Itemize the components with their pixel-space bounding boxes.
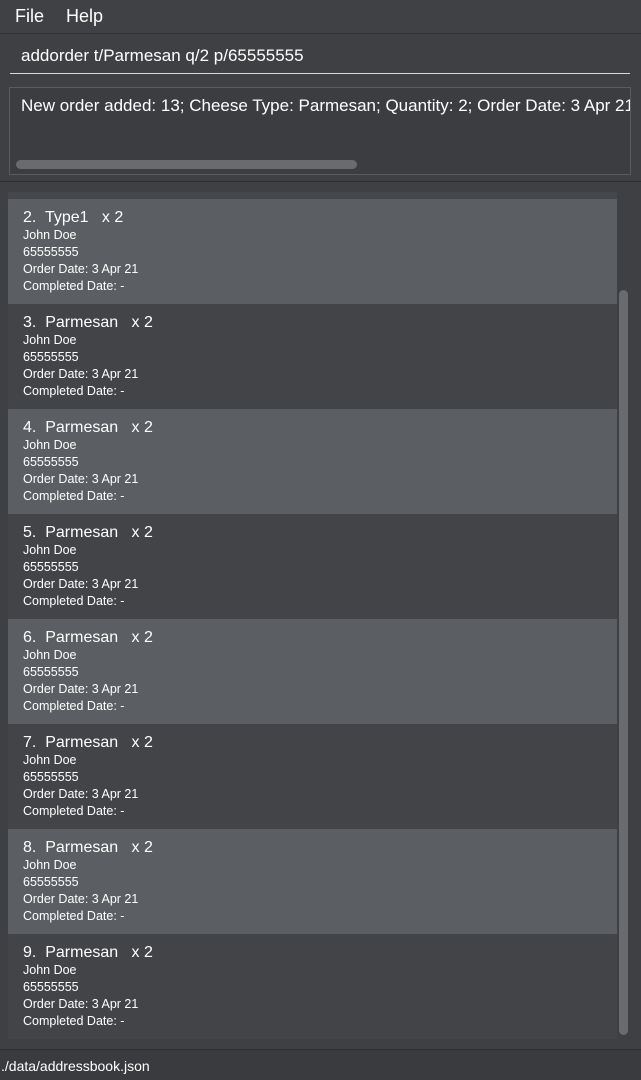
order-card[interactable]: 2. Type1 x 2 John Doe 65555555 Order Dat… — [8, 199, 617, 304]
order-phone: 65555555 — [23, 350, 79, 364]
order-phone: 65555555 — [23, 245, 79, 259]
menu-help[interactable]: Help — [66, 6, 103, 27]
order-customer-name: John Doe — [23, 438, 77, 452]
order-customer-name: John Doe — [23, 963, 77, 977]
menu-bar: File Help — [0, 0, 641, 34]
order-phone: 65555555 — [23, 875, 79, 889]
data-file-path: ./data/addressbook.json — [1, 1058, 150, 1074]
panel-divider — [0, 181, 641, 182]
order-customer-name: John Doe — [23, 333, 77, 347]
order-card[interactable]: 8. Parmesan x 2 John Doe 65555555 Order … — [8, 829, 617, 934]
order-date: Order Date: 3 Apr 21 — [23, 682, 139, 696]
order-title: 6. Parmesan x 2 — [23, 629, 153, 646]
menu-file[interactable]: File — [15, 6, 44, 27]
order-title: 9. Parmesan x 2 — [23, 944, 153, 961]
result-horizontal-scrollbar[interactable] — [16, 160, 357, 169]
order-customer-name: John Doe — [23, 753, 77, 767]
order-customer-name: John Doe — [23, 228, 77, 242]
order-list-vertical-scrollbar[interactable] — [619, 290, 628, 1035]
order-title: 7. Parmesan x 2 — [23, 734, 153, 751]
order-date: Order Date: 3 Apr 21 — [23, 472, 139, 486]
order-card[interactable]: 9. Parmesan x 2 John Doe 65555555 Order … — [8, 934, 617, 1039]
order-customer-name: John Doe — [23, 543, 77, 557]
order-card[interactable]: 4. Parmesan x 2 John Doe 65555555 Order … — [8, 409, 617, 514]
order-card[interactable]: 3. Parmesan x 2 John Doe 65555555 Order … — [8, 304, 617, 409]
result-message: New order added: 13; Cheese Type: Parmes… — [21, 96, 631, 115]
order-completed-date: Completed Date: - — [23, 909, 125, 923]
order-title: 2. Type1 x 2 — [23, 209, 124, 226]
order-completed-date: Completed Date: - — [23, 279, 125, 293]
order-phone: 65555555 — [23, 455, 79, 469]
order-date: Order Date: 3 Apr 21 — [23, 577, 139, 591]
result-display: New order added: 13; Cheese Type: Parmes… — [9, 87, 631, 175]
order-title: 3. Parmesan x 2 — [23, 314, 153, 331]
order-card[interactable]: 5. Parmesan x 2 John Doe 65555555 Order … — [8, 514, 617, 619]
order-phone: 65555555 — [23, 980, 79, 994]
order-customer-name: John Doe — [23, 858, 77, 872]
order-completed-date: Completed Date: - — [23, 489, 125, 503]
order-title: 8. Parmesan x 2 — [23, 839, 153, 856]
order-date: Order Date: 3 Apr 21 — [23, 787, 139, 801]
order-title: 5. Parmesan x 2 — [23, 524, 153, 541]
order-date: Order Date: 3 Apr 21 — [23, 892, 139, 906]
order-phone: 65555555 — [23, 665, 79, 679]
order-completed-date: Completed Date: - — [23, 699, 125, 713]
status-bar: ./data/addressbook.json — [0, 1049, 641, 1080]
command-input[interactable] — [10, 38, 630, 74]
order-phone: 65555555 — [23, 560, 79, 574]
order-phone: 65555555 — [23, 770, 79, 784]
order-card[interactable]: 7. Parmesan x 2 John Doe 65555555 Order … — [8, 724, 617, 829]
order-card[interactable]: 6. Parmesan x 2 John Doe 65555555 Order … — [8, 619, 617, 724]
order-completed-date: Completed Date: - — [23, 384, 125, 398]
order-date: Order Date: 3 Apr 21 — [23, 367, 139, 381]
order-list-panel: 2. Type1 x 2 John Doe 65555555 Order Dat… — [8, 192, 617, 1039]
command-box — [0, 34, 641, 82]
order-date: Order Date: 3 Apr 21 — [23, 262, 139, 276]
order-date: Order Date: 3 Apr 21 — [23, 997, 139, 1011]
order-completed-date: Completed Date: - — [23, 804, 125, 818]
list-top-strip — [8, 192, 617, 199]
order-customer-name: John Doe — [23, 648, 77, 662]
order-completed-date: Completed Date: - — [23, 1014, 125, 1028]
order-title: 4. Parmesan x 2 — [23, 419, 153, 436]
order-completed-date: Completed Date: - — [23, 594, 125, 608]
